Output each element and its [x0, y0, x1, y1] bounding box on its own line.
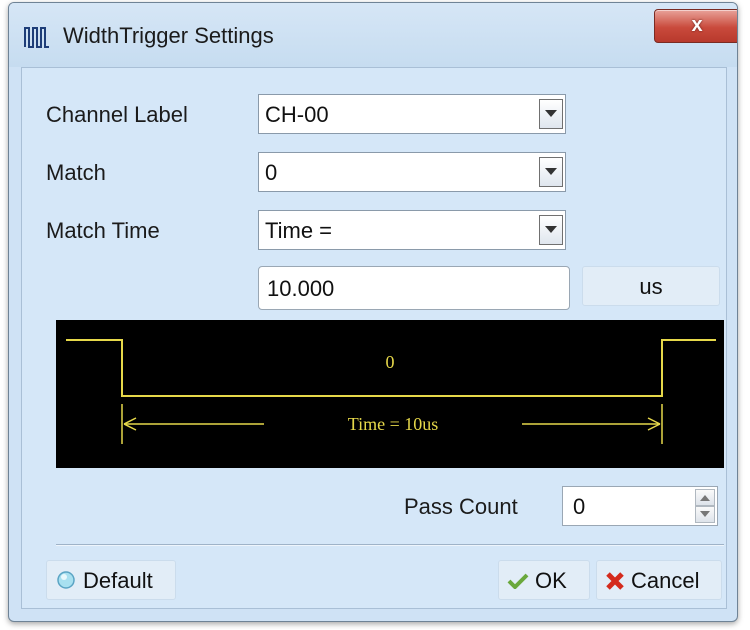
title-bar[interactable]: WidthTrigger Settings x	[9, 3, 737, 67]
window-title: WidthTrigger Settings	[63, 23, 274, 48]
pass-count-caption: Pass Count	[404, 494, 518, 519]
time-unit-label: us	[639, 274, 663, 299]
ok-button[interactable]: OK	[498, 560, 590, 600]
match-time-caption: Match Time	[46, 218, 160, 243]
default-button[interactable]: Default	[46, 560, 176, 600]
match-value: 0	[265, 160, 278, 185]
chevron-down-icon[interactable]	[539, 215, 563, 245]
pass-count-value: 0	[573, 494, 586, 519]
spin-up-icon[interactable]	[695, 489, 715, 506]
time-value-input[interactable]: 10.000	[258, 266, 570, 310]
waveform-graphic: 0 Time = 10us	[66, 339, 716, 444]
pass-count-spinner[interactable]: 0	[562, 486, 718, 526]
chevron-down-icon[interactable]	[539, 99, 563, 129]
pulse-level-label: 0	[386, 352, 395, 372]
chevron-down-icon[interactable]	[539, 157, 563, 187]
cancel-button-label: Cancel	[631, 568, 700, 593]
match-time-select[interactable]: Time =	[258, 210, 566, 250]
checkmark-icon	[507, 573, 529, 589]
time-unit-button[interactable]: us	[582, 266, 720, 306]
time-value: 10.000	[267, 276, 335, 301]
pulse-time-label: Time = 10us	[348, 414, 439, 434]
match-select[interactable]: 0	[258, 152, 566, 192]
footer-separator	[56, 544, 724, 546]
ok-button-label: OK	[535, 568, 567, 593]
spin-down-icon[interactable]	[695, 506, 715, 523]
default-button-label: Default	[83, 568, 153, 593]
settings-panel: Channel Label CH-00 Match 0 Match Time T…	[21, 67, 727, 609]
channel-label-value: CH-00	[265, 102, 329, 127]
cancel-button[interactable]: Cancel	[596, 560, 722, 600]
width-trigger-diagram: 0 Time = 10us	[56, 320, 724, 468]
channel-label-select[interactable]: CH-00	[258, 94, 566, 134]
cancel-x-icon	[606, 572, 624, 590]
default-radio-icon	[57, 571, 75, 589]
pulse-wave-icon	[24, 27, 49, 48]
match-time-value: Time =	[265, 218, 333, 243]
close-button[interactable]: x	[654, 9, 737, 43]
close-icon: x	[691, 14, 703, 36]
width-trigger-settings-dialog: WidthTrigger Settings x Channel Label CH…	[8, 2, 738, 622]
match-caption: Match	[46, 160, 106, 185]
channel-label-caption: Channel Label	[46, 102, 188, 127]
